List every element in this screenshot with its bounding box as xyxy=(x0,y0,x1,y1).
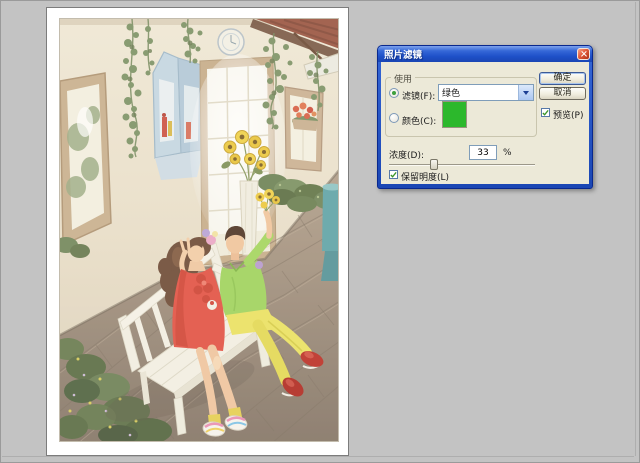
check-icon xyxy=(542,109,549,117)
preserve-luminosity-label[interactable]: 保留明度(L) xyxy=(401,170,449,183)
ok-button[interactable]: 确定 xyxy=(539,72,586,85)
filter-radio-label[interactable]: 滤镜(F): xyxy=(402,89,435,102)
dialog-title: 照片滤镜 xyxy=(384,47,577,61)
use-group-label: 使用 xyxy=(391,72,415,85)
preview-checkbox[interactable] xyxy=(541,108,550,117)
photo-image xyxy=(59,18,339,442)
color-swatch[interactable] xyxy=(442,101,467,128)
color-radio[interactable] xyxy=(389,113,399,123)
photoshop-canvas-area: 照片滤镜 使用 滤镜(F): 绿色 颜色(C): 确定 取消 预览(P) 浓度(… xyxy=(0,0,640,463)
window-frame-line xyxy=(2,456,634,457)
density-slider-track[interactable] xyxy=(389,164,535,166)
photo-filter-dialog: 照片滤镜 使用 滤镜(F): 绿色 颜色(C): 确定 取消 预览(P) 浓度(… xyxy=(377,45,593,189)
dialog-body: 使用 滤镜(F): 绿色 颜色(C): 确定 取消 预览(P) 浓度(D): % xyxy=(381,62,589,184)
dialog-titlebar[interactable]: 照片滤镜 xyxy=(378,46,592,62)
filter-dropdown[interactable]: 绿色 xyxy=(438,84,534,101)
density-unit: % xyxy=(503,148,512,158)
density-input[interactable] xyxy=(469,145,497,160)
filter-radio[interactable] xyxy=(389,88,399,98)
filter-dropdown-value: 绿色 xyxy=(439,86,518,99)
preserve-luminosity-checkbox[interactable] xyxy=(389,170,398,179)
dropdown-arrow-icon[interactable] xyxy=(518,85,533,100)
photo-document xyxy=(46,7,349,456)
cancel-button[interactable]: 取消 xyxy=(539,87,586,100)
preview-checkbox-label[interactable]: 预览(P) xyxy=(553,108,583,121)
close-button[interactable] xyxy=(577,48,590,60)
color-radio-label[interactable]: 颜色(C): xyxy=(402,114,436,127)
density-slider-thumb[interactable] xyxy=(430,159,438,170)
window-frame-line xyxy=(635,2,636,456)
check-icon xyxy=(390,171,397,179)
density-label: 浓度(D): xyxy=(389,148,424,161)
